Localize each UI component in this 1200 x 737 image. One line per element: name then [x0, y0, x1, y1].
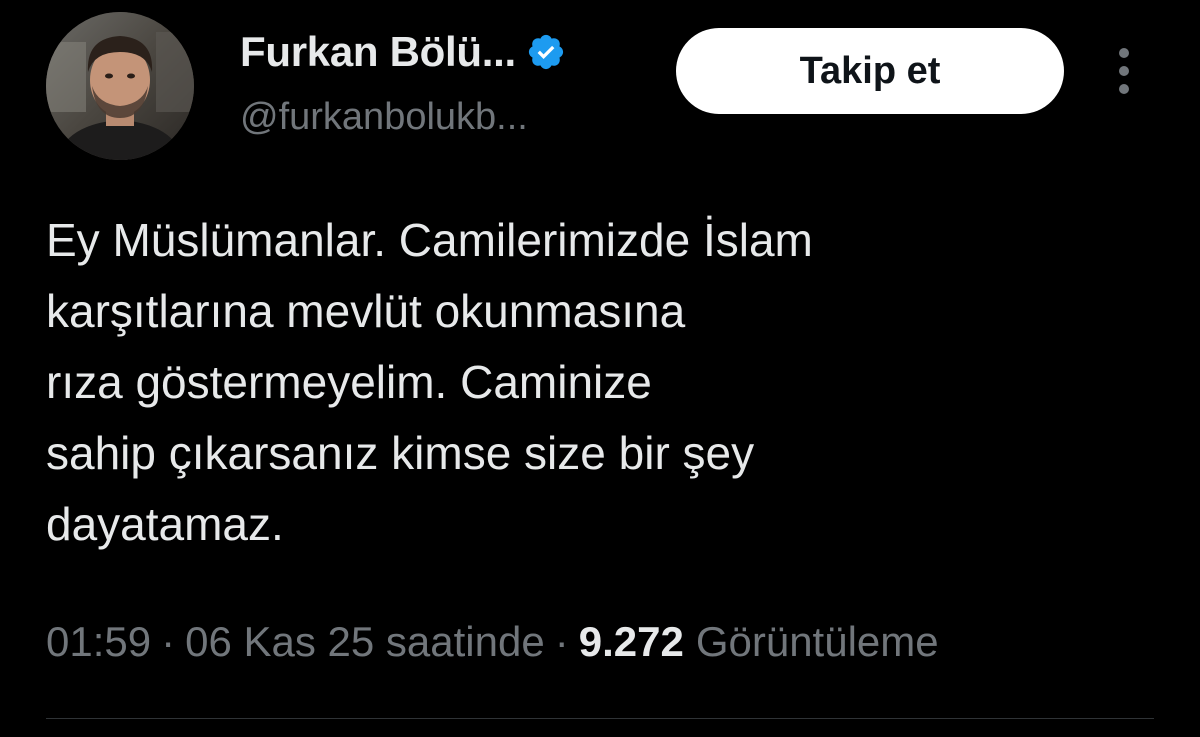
meta-separator: · [554, 618, 569, 665]
tweet-text-line: karşıtlarına mevlüt okunmasına [46, 285, 686, 337]
verified-badge-icon[interactable] [526, 32, 566, 72]
tweet-meta: 01:59 · 06 Kas 25 saatinde · 9.272 Görün… [46, 618, 939, 666]
views-count[interactable]: 9.272 [579, 618, 684, 666]
tweet-text-line: Ey Müslümanlar. Camilerimizde İslam [46, 214, 813, 266]
author-name-row[interactable]: Furkan Bölü... [240, 26, 566, 78]
profile-photo-icon [46, 12, 194, 160]
avatar[interactable] [46, 12, 194, 160]
tweet-text-line: rıza göstermeyelim. Caminize [46, 356, 652, 408]
divider [46, 718, 1154, 719]
tweet-text-line: sahip çıkarsanız kimse size bir şey [46, 427, 755, 479]
author-display-name[interactable]: Furkan Bölü... [240, 28, 516, 76]
tweet-time[interactable]: 01:59 [46, 618, 151, 666]
tweet-text: Ey Müslümanlar. Camilerimizde İslam karş… [46, 205, 1066, 560]
author-handle[interactable]: @furkanbolukb... [240, 96, 528, 139]
vertical-ellipsis-icon[interactable] [1110, 46, 1138, 96]
tweet-date[interactable]: 06 Kas 25 saatinde [185, 618, 545, 666]
views-label[interactable]: Görüntüleme [696, 618, 939, 666]
meta-separator: · [161, 618, 176, 665]
follow-button[interactable]: Takip et [676, 28, 1064, 114]
tweet-text-line: dayatamaz. [46, 498, 284, 550]
tweet-card: Furkan Bölü... @furkanbolukb... Takip et… [0, 0, 1200, 737]
